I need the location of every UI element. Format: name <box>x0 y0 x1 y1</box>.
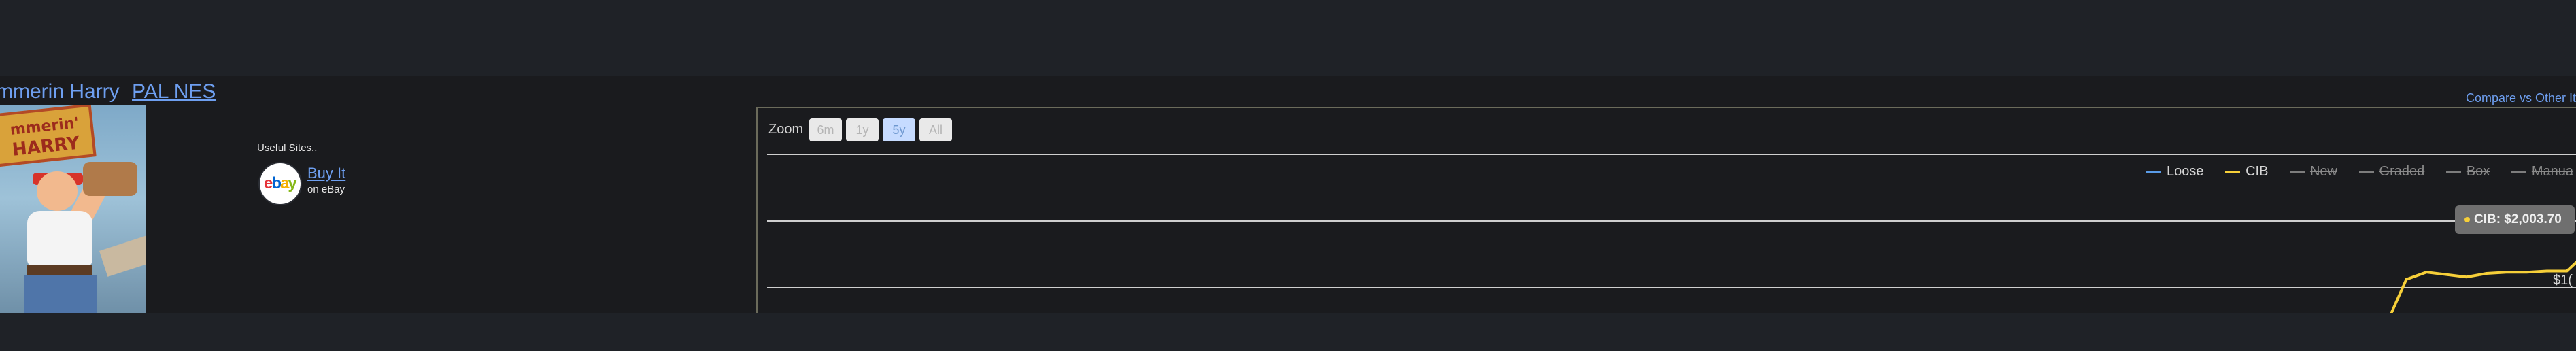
legend-label: CIB <box>2245 164 2269 179</box>
cib-series <box>2390 261 2576 313</box>
page-title: mmerin Harry PAL NES <box>0 80 216 103</box>
cover-hero-jeans <box>24 275 97 313</box>
ebay-letter: b <box>271 174 282 193</box>
title-text: mmerin Harry <box>0 80 120 103</box>
legend-swatch <box>2289 171 2305 173</box>
cover-logo: mmerin' HARRY <box>0 105 97 167</box>
legend-swatch <box>2146 171 2161 173</box>
legend-item-new[interactable]: New <box>2289 164 2337 180</box>
cover-hammer <box>83 162 137 196</box>
cover-wood <box>99 232 146 277</box>
legend-swatch <box>2445 171 2461 173</box>
legend-label: Box <box>2466 164 2490 179</box>
compare-link[interactable]: Compare vs Other It <box>2466 91 2576 105</box>
ebay-icon[interactable]: ebay <box>258 162 302 205</box>
box-art-image: mmerin' HARRY <box>0 105 146 313</box>
useful-sites-label: Useful Sites.. <box>257 142 318 154</box>
legend-label: Manua <box>2531 164 2574 179</box>
ebay-letter: e <box>264 174 273 193</box>
legend-label: New <box>2309 164 2337 179</box>
legend-swatch <box>2225 171 2241 173</box>
y-axis-label: $1( <box>2553 273 2573 288</box>
chart-legend: Loose CIB New Graded Box Manua <box>2146 164 2576 180</box>
price-chart: Zoom 6m 1y 5y All Loose CIB New Graded B… <box>756 107 2576 313</box>
on-ebay-label: on eBay <box>307 184 345 195</box>
platform-link[interactable]: PAL NES <box>132 80 216 103</box>
legend-swatch <box>2511 171 2526 173</box>
chart-svg <box>767 154 2576 313</box>
top-band <box>0 0 2576 76</box>
ebay-logo-text: ebay <box>264 174 297 193</box>
legend-label: Graded <box>2379 164 2425 179</box>
legend-item-loose[interactable]: Loose <box>2146 164 2204 180</box>
ebay-letter: y <box>288 174 296 193</box>
cib-price-line <box>2390 261 2576 313</box>
legend-item-cib[interactable]: CIB <box>2225 164 2268 180</box>
chart-tooltip: CIB: $2,003.70 <box>2455 205 2575 234</box>
legend-item-graded[interactable]: Graded <box>2358 164 2425 180</box>
cover-hero-shirt <box>27 211 92 267</box>
bottom-band <box>0 313 2576 351</box>
cover-hero-head <box>37 171 78 211</box>
legend-label: Loose <box>2167 164 2204 179</box>
legend-item-manual[interactable]: Manua <box>2511 164 2573 180</box>
ebay-letter: a <box>280 174 289 193</box>
legend-item-box[interactable]: Box <box>2445 164 2490 180</box>
tooltip-dot <box>2464 216 2470 222</box>
buy-it-link[interactable]: Buy It <box>307 165 345 182</box>
tooltip-text: CIB: $2,003.70 <box>2474 212 2562 227</box>
legend-swatch <box>2358 171 2374 173</box>
content-area: mmerin Harry PAL NES mmerin' HARRY Usefu… <box>0 76 2576 313</box>
